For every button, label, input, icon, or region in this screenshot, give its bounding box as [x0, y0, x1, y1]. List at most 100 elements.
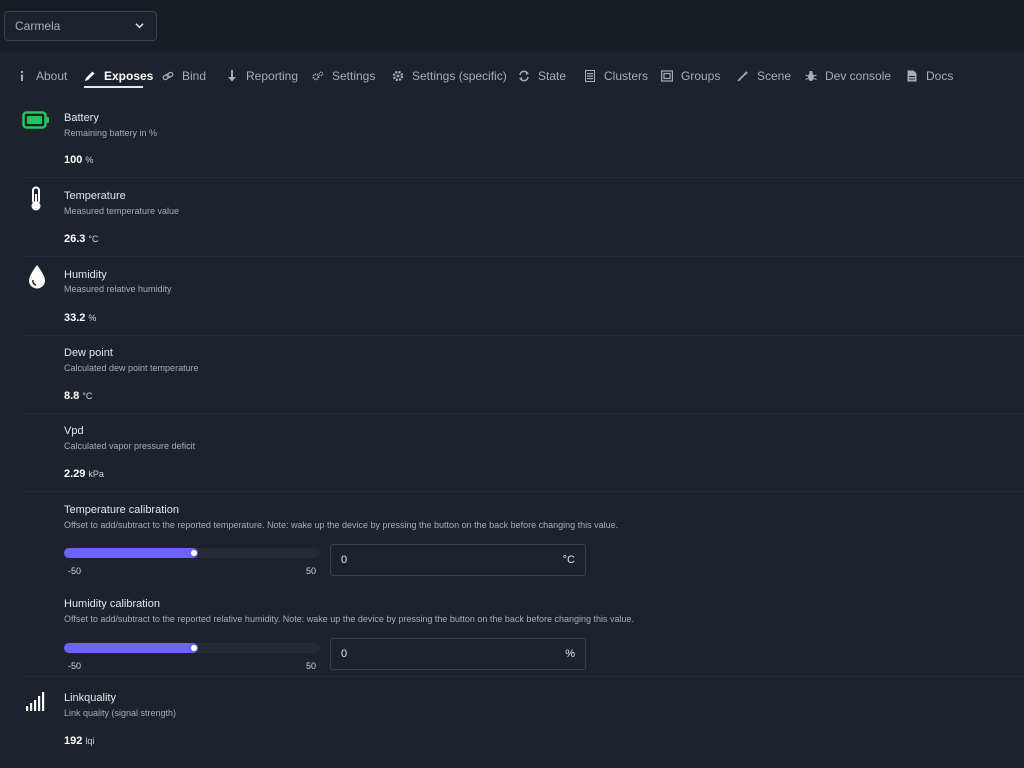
- tab-label: Scene: [757, 69, 792, 83]
- document-icon: [906, 70, 918, 82]
- tab-dev-console[interactable]: Dev console: [805, 66, 891, 86]
- tab-label: Dev console: [825, 69, 892, 83]
- expose-description: Measured relative humidity: [64, 284, 172, 294]
- tab-settings-specific[interactable]: Settings (specific): [392, 66, 507, 86]
- tab-groups[interactable]: Groups: [661, 66, 720, 86]
- active-tab-indicator: [84, 86, 143, 88]
- expose-linkquality: Linkquality Link quality (signal strengt…: [22, 677, 1024, 768]
- input-value: 0: [341, 648, 348, 660]
- slider-thumb[interactable]: [191, 550, 197, 556]
- expose-title: Humidity: [64, 269, 107, 281]
- dew-point-value: 8.8: [64, 390, 80, 402]
- vpd-value: 2.29: [64, 468, 86, 480]
- expose-description: Calculated dew point temperature: [64, 363, 199, 373]
- tab-scene[interactable]: Scene: [737, 66, 791, 86]
- expose-description: Calculated vapor pressure deficit: [64, 441, 196, 451]
- expose-title: Battery: [64, 112, 99, 124]
- droplet-icon: [29, 265, 45, 289]
- expose-value: 33.2%: [64, 312, 96, 324]
- pencil-icon: [84, 70, 96, 82]
- expose-description: Link quality (signal strength): [64, 708, 177, 718]
- tab-clusters[interactable]: Clusters: [584, 66, 648, 86]
- expose-description: Offset to add/subtract to the reported r…: [64, 614, 635, 624]
- expose-description: Offset to add/subtract to the reported t…: [64, 520, 619, 530]
- tab-label: State: [538, 69, 567, 83]
- tab-settings[interactable]: Settings: [312, 66, 375, 86]
- expose-title: Temperature calibration: [64, 504, 179, 516]
- expose-title: Humidity calibration: [64, 598, 160, 610]
- tab-label: Groups: [681, 69, 721, 83]
- groups-icon: [661, 70, 673, 82]
- tab-docs[interactable]: Docs: [906, 66, 953, 86]
- slider-thumb[interactable]: [191, 645, 197, 651]
- humidity-value: 33.2: [64, 312, 86, 324]
- battery-icon: [22, 111, 49, 129]
- humidity-calibration-slider[interactable]: [64, 643, 320, 653]
- bug-icon: [805, 70, 817, 82]
- slider-max-label: 50: [306, 661, 317, 671]
- expose-description: Measured temperature value: [64, 206, 180, 216]
- battery-unit: %: [85, 155, 94, 165]
- expose-humidity: Humidity Measured relative humidity 33.2…: [22, 257, 1024, 336]
- tab-label: Clusters: [604, 69, 649, 83]
- expose-description: Remaining battery in %: [64, 128, 158, 138]
- input-unit: °C: [562, 554, 575, 566]
- link-icon: [162, 70, 174, 82]
- tab-exposes[interactable]: Exposes: [84, 66, 153, 86]
- expose-temperature: Temperature Measured temperature value 2…: [22, 178, 1024, 257]
- tab-bind[interactable]: Bind: [162, 66, 206, 86]
- linkquality-unit: lqi: [85, 736, 95, 746]
- tab-label: Exposes: [104, 69, 154, 83]
- vpd-unit: kPa: [88, 469, 104, 479]
- expose-title: Dew point: [64, 347, 113, 359]
- expose-title: Linkquality: [64, 692, 116, 704]
- tab-reporting[interactable]: Reporting: [226, 66, 298, 86]
- expose-title: Temperature: [64, 190, 126, 202]
- tab-label: About: [36, 69, 68, 83]
- humidity-unit: %: [88, 313, 97, 323]
- tab-label: Reporting: [246, 69, 299, 83]
- expose-value: 100%: [64, 154, 93, 166]
- thermometer-icon: [31, 186, 41, 211]
- top-bar: Carmela: [0, 0, 1024, 52]
- temperature-unit: °C: [88, 234, 99, 244]
- input-value: 0: [341, 554, 348, 566]
- tab-label: Settings: [332, 69, 376, 83]
- temperature-calibration-input[interactable]: 0 °C: [330, 544, 586, 576]
- humidity-calibration-input[interactable]: 0 %: [330, 638, 586, 670]
- expose-dew-point: Dew point Calculated dew point temperatu…: [22, 336, 1024, 414]
- linkquality-value: 192: [64, 735, 83, 747]
- device-select-value: Carmela: [15, 19, 61, 33]
- expose-value: 2.29 kPa: [64, 468, 104, 480]
- tab-label: Docs: [926, 69, 954, 83]
- expose-title: Vpd: [64, 425, 84, 437]
- device-select[interactable]: Carmela: [4, 11, 157, 41]
- tab-label: Settings (specific): [412, 69, 507, 83]
- tab-about[interactable]: About: [16, 66, 67, 86]
- slider-min-label: -50: [68, 661, 82, 671]
- expose-value: 192 lqi: [64, 735, 94, 747]
- slider-fill: [64, 548, 198, 558]
- expose-value: 26.3 °C: [64, 233, 99, 245]
- gears-icon: [312, 70, 324, 82]
- expose-vpd: Vpd Calculated vapor pressure deficit 2.…: [22, 414, 1024, 492]
- expose-value: 8.8 °C: [64, 390, 92, 402]
- list-icon: [584, 70, 596, 82]
- gear-icon: [392, 70, 404, 82]
- magic-wand-icon: [737, 70, 749, 82]
- tab-label: Bind: [182, 69, 207, 83]
- battery-value: 100: [64, 154, 83, 166]
- signal-icon: [26, 692, 45, 711]
- input-unit: %: [565, 648, 575, 660]
- temperature-value: 26.3: [64, 233, 86, 245]
- expose-battery: Battery Remaining battery in % 100%: [22, 100, 1024, 178]
- arrow-down-icon: [226, 70, 238, 82]
- dew-point-unit: °C: [82, 391, 93, 401]
- tab-bar: About Exposes Bind Reporting Settings Se…: [0, 52, 1024, 96]
- slider-min-label: -50: [68, 566, 82, 576]
- sync-icon: [518, 70, 530, 82]
- temperature-calibration-slider[interactable]: [64, 548, 320, 558]
- info-icon: [16, 70, 28, 82]
- tab-state[interactable]: State: [518, 66, 566, 86]
- slider-max-label: 50: [306, 566, 317, 576]
